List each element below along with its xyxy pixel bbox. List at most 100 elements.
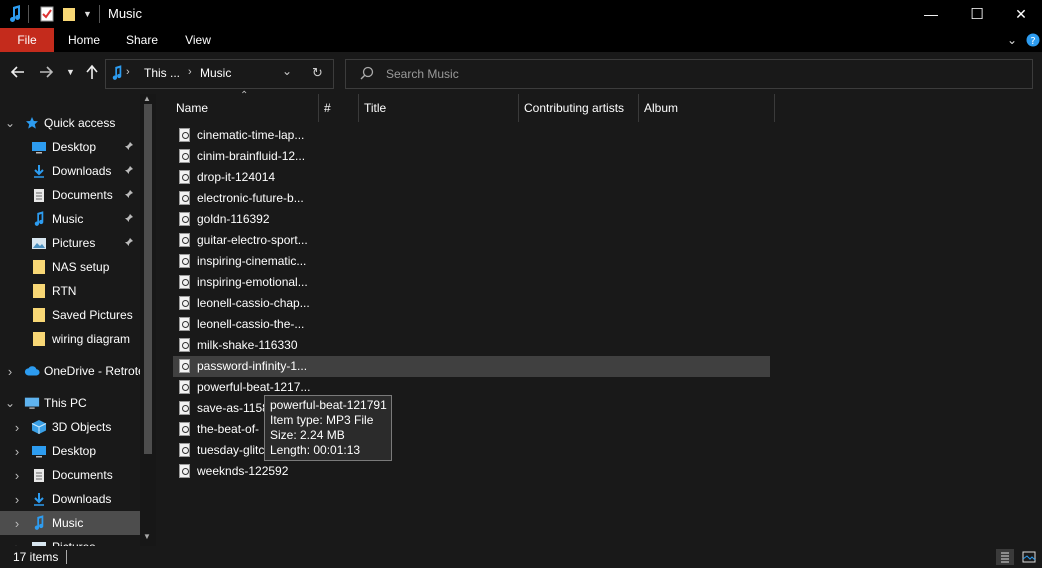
file-row[interactable]: cinim-brainfluid-12... — [173, 146, 770, 167]
breadcrumb-separator: › — [188, 66, 192, 78]
chevron-down-icon[interactable]: ⌄ — [1002, 28, 1022, 52]
recent-locations-dropdown-icon[interactable]: ▼ — [66, 67, 75, 77]
address-history-chevron-icon[interactable]: ⌄ — [282, 64, 292, 78]
nav-item-music[interactable]: Music — [0, 207, 140, 231]
nav-item-downloads[interactable]: › Downloads — [0, 487, 140, 511]
file-row[interactable]: weeknds-122592 — [173, 461, 770, 482]
title-bar: ▼ Music — ☐ ✕ — [0, 0, 1042, 28]
file-row[interactable]: goldn-116392 — [173, 209, 770, 230]
customize-dropdown-icon[interactable]: ▼ — [83, 5, 92, 23]
nav-item-desktop[interactable]: Desktop — [0, 135, 140, 159]
expand-chevron-right-icon[interactable]: › — [5, 364, 15, 379]
file-row[interactable]: powerful-beat-1217... — [173, 377, 770, 398]
large-icons-view-icon[interactable] — [1020, 549, 1038, 565]
pictures-icon — [31, 235, 47, 251]
file-row[interactable]: electronic-future-b... — [173, 188, 770, 209]
up-arrow-icon[interactable] — [84, 64, 100, 83]
expand-chevron-right-icon[interactable]: › — [12, 468, 22, 483]
nav-scrollbar[interactable]: ▲ ▼ — [140, 94, 156, 546]
tab-file[interactable]: File — [0, 28, 54, 52]
expand-chevron-down-icon[interactable]: ⌄ — [5, 116, 15, 130]
back-arrow-icon[interactable] — [10, 64, 26, 83]
audio-file-icon — [179, 317, 190, 331]
audio-file-icon — [179, 380, 190, 394]
nav-item-documents[interactable]: Documents — [0, 183, 140, 207]
nav-item-onedrive-retrote[interactable]: › OneDrive - Retrote — [0, 359, 145, 383]
nav-item-quick-access[interactable]: ⌄ Quick access — [0, 111, 140, 135]
file-row[interactable]: save-as-1158 — [173, 398, 770, 419]
music-note-icon — [8, 5, 22, 23]
audio-file-icon — [179, 422, 190, 436]
file-row[interactable]: inspiring-cinematic... — [173, 251, 770, 272]
sort-ascending-icon: ⌃ — [240, 90, 249, 101]
desktop-icon — [31, 139, 47, 155]
refresh-icon[interactable]: ↻ — [312, 65, 323, 81]
file-row[interactable]: cinematic-time-lap... — [173, 125, 770, 146]
nav-scroll-thumb[interactable] — [144, 104, 152, 454]
expand-chevron-right-icon[interactable]: › — [12, 492, 22, 507]
folder-icon — [31, 259, 47, 275]
nav-item-music[interactable]: › Music — [0, 511, 140, 535]
nav-item-label: RTN — [52, 284, 77, 298]
nav-item-rtn[interactable]: RTN — [0, 279, 140, 303]
expand-chevron-down-icon[interactable]: ⌄ — [5, 396, 15, 410]
maximize-button[interactable]: ☐ — [954, 0, 1000, 28]
search-placeholder: Search Music — [386, 67, 459, 81]
tooltip-name: powerful-beat-121791 — [270, 398, 387, 412]
file-row[interactable]: the-beat-of- — [173, 419, 770, 440]
forward-arrow-icon[interactable] — [38, 64, 54, 83]
breadcrumb-music[interactable]: Music — [200, 66, 231, 80]
column-number[interactable]: # — [319, 94, 359, 122]
ribbon-tabs: File Home Share View ⌄ ? — [0, 28, 1042, 52]
new-folder-icon[interactable] — [62, 5, 76, 23]
expand-chevron-right-icon[interactable]: › — [12, 516, 22, 531]
minimize-button[interactable]: — — [908, 0, 954, 28]
document-icon — [31, 187, 47, 203]
column-album[interactable]: Album — [639, 94, 775, 122]
file-row[interactable]: leonell-cassio-chap... — [173, 293, 770, 314]
svg-text:?: ? — [1030, 36, 1035, 47]
column-title[interactable]: Title — [359, 94, 519, 122]
nav-item-wiring-diagram[interactable]: wiring diagram — [0, 327, 140, 351]
nav-item-pictures[interactable]: Pictures — [0, 231, 140, 255]
nav-item-this-pc[interactable]: ⌄ This PC — [0, 391, 140, 415]
audio-file-icon — [179, 233, 190, 247]
nav-item-3d-objects[interactable]: › 3D Objects — [0, 415, 140, 439]
scroll-up-icon[interactable]: ▲ — [143, 94, 151, 103]
file-row[interactable]: drop-it-124014 — [173, 167, 770, 188]
nav-item-downloads[interactable]: Downloads — [0, 159, 140, 183]
column-contributing-artists[interactable]: Contributing artists — [519, 94, 639, 122]
address-bar[interactable]: › This ... › Music ⌄ ↻ — [105, 59, 334, 89]
file-row[interactable]: tuesday-glitc — [173, 440, 770, 461]
file-row[interactable]: leonell-cassio-the-... — [173, 314, 770, 335]
nav-item-nas-setup[interactable]: NAS setup — [0, 255, 140, 279]
nav-item-saved-pictures[interactable]: Saved Pictures — [0, 303, 140, 327]
tab-view[interactable]: View — [176, 28, 220, 52]
nav-item-documents[interactable]: › Documents — [0, 463, 140, 487]
download-arrow-icon — [31, 163, 47, 179]
file-name: leonell-cassio-the-... — [197, 317, 305, 331]
help-icon[interactable]: ? — [1024, 28, 1042, 52]
file-row[interactable]: password-infinity-1... — [173, 356, 770, 377]
file-name: drop-it-124014 — [197, 170, 276, 184]
tooltip-size: Size: 2.24 MB — [270, 428, 345, 442]
tab-home[interactable]: Home — [62, 28, 106, 52]
breadcrumb-this-pc[interactable]: This ... — [144, 66, 180, 80]
audio-file-icon — [179, 296, 190, 310]
file-row[interactable]: guitar-electro-sport... — [173, 230, 770, 251]
details-view-icon[interactable] — [996, 549, 1014, 565]
nav-item-pictures[interactable]: ›Pictures — [0, 535, 140, 546]
nav-item-label: Documents — [52, 188, 113, 202]
properties-checklist-icon[interactable] — [40, 5, 54, 23]
expand-chevron-right-icon[interactable]: › — [12, 444, 22, 459]
scroll-down-icon[interactable]: ▼ — [143, 532, 151, 541]
search-box[interactable]: Search Music — [345, 59, 1033, 89]
navigation-bar: ▼ › This ... › Music ⌄ ↻ Search Music — [0, 52, 1042, 94]
close-button[interactable]: ✕ — [998, 0, 1042, 28]
file-row[interactable]: inspiring-emotional... — [173, 272, 770, 293]
file-row[interactable]: milk-shake-116330 — [173, 335, 770, 356]
expand-chevron-right-icon[interactable]: › — [12, 420, 22, 435]
nav-item-desktop[interactable]: › Desktop — [0, 439, 140, 463]
file-name: cinematic-time-lap... — [197, 128, 305, 142]
tab-share[interactable]: Share — [120, 28, 164, 52]
